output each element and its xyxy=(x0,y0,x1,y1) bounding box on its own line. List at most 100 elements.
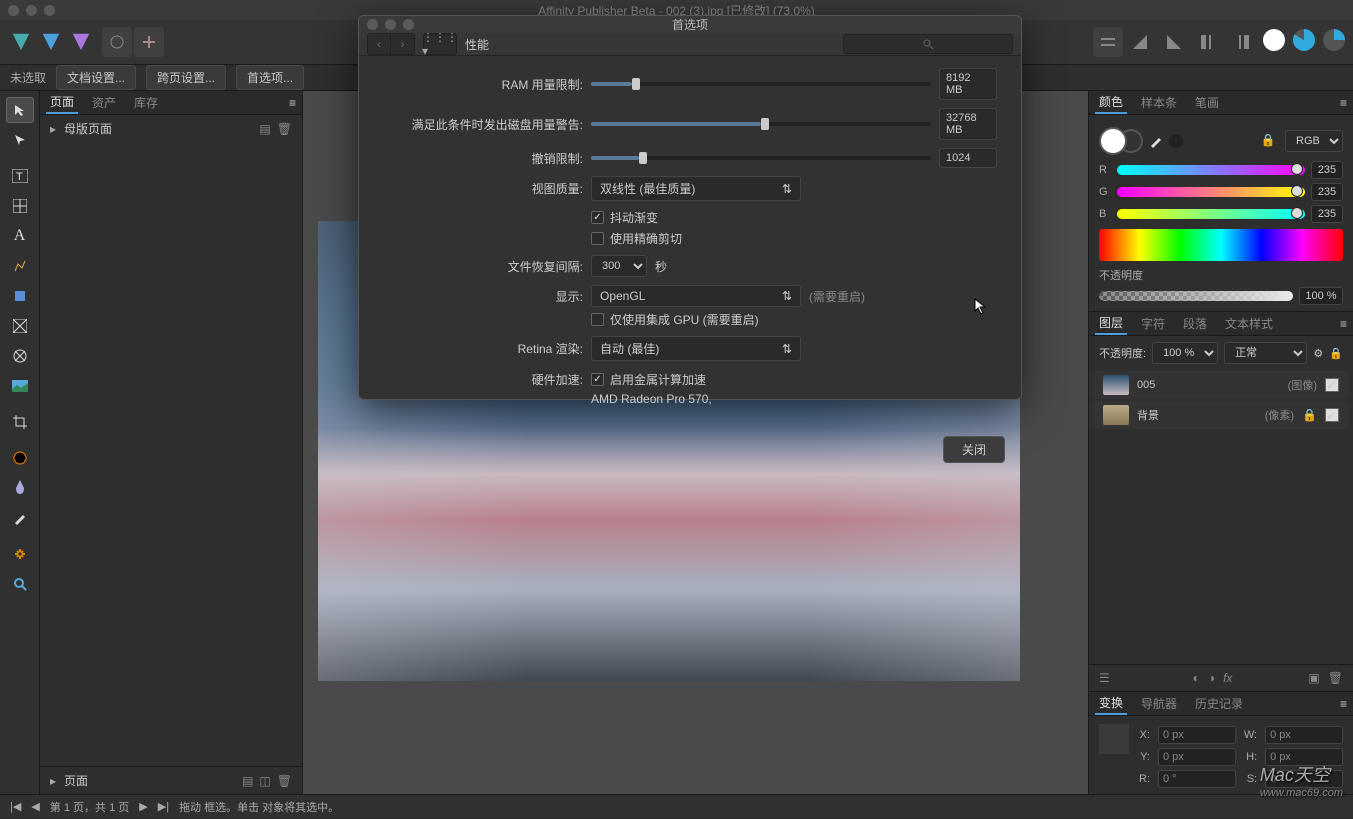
toolbar-assets-icon[interactable] xyxy=(102,27,132,57)
lock-icon[interactable]: 🔒 xyxy=(1261,133,1276,147)
red-slider[interactable] xyxy=(1117,165,1305,175)
adjustment-icon[interactable]: ◑ xyxy=(1208,671,1215,685)
pages-section-row[interactable]: ▸ 页面 ▤ ◫ 🗑 xyxy=(40,767,302,794)
pages-list-icon[interactable]: ▤ xyxy=(259,122,270,136)
visibility-checkbox[interactable]: ✓ xyxy=(1325,408,1339,422)
tab-color[interactable]: 颜色 xyxy=(1095,91,1127,114)
ram-limit-slider[interactable] xyxy=(591,82,931,86)
undo-limit-value[interactable]: 1024 xyxy=(939,148,997,168)
forward-button[interactable]: › xyxy=(391,33,415,55)
add-layer-icon[interactable]: ▣ xyxy=(1308,671,1319,685)
disk-warn-slider[interactable] xyxy=(591,122,931,126)
master-page-row[interactable]: ▸ 母版页面 ▤ 🗑 xyxy=(40,115,302,142)
zoom-tool-icon[interactable] xyxy=(6,571,34,597)
tab-pages[interactable]: 页面 xyxy=(46,91,78,114)
text-frame-tool-icon[interactable]: T xyxy=(6,163,34,189)
display-select[interactable]: OpenGL⇅ xyxy=(591,285,801,307)
tab-stocks[interactable]: 库存 xyxy=(130,92,162,113)
back-button[interactable]: ‹ xyxy=(367,33,391,55)
first-page-icon[interactable]: |◀ xyxy=(10,800,21,813)
mask-icon[interactable]: ◐ xyxy=(1193,671,1200,685)
panel-menu-icon[interactable]: ≡ xyxy=(1340,697,1347,711)
tab-txtstyles[interactable]: 文本样式 xyxy=(1221,313,1277,334)
transparency-tool-icon[interactable] xyxy=(6,475,34,501)
color-mode-select[interactable]: RGB xyxy=(1285,130,1343,152)
close-button[interactable]: 关闭 xyxy=(943,436,1005,463)
align-left-icon[interactable] xyxy=(1127,29,1153,55)
toolbar-arrange-icon[interactable] xyxy=(1093,27,1123,57)
lock-icon[interactable]: 🔒 xyxy=(1329,347,1343,360)
panel-menu-icon[interactable]: ≡ xyxy=(289,96,296,110)
view-tool-icon[interactable] xyxy=(6,541,34,567)
picture-frame-tool-icon[interactable] xyxy=(6,313,34,339)
opacity-value[interactable] xyxy=(1299,287,1343,305)
designer-persona-icon[interactable] xyxy=(38,29,64,55)
distribute-h-icon[interactable] xyxy=(1195,29,1221,55)
tab-transform[interactable]: 变换 xyxy=(1095,692,1127,715)
visibility-checkbox[interactable]: ✓ xyxy=(1325,378,1339,392)
delete-icon[interactable]: 🗑 xyxy=(277,774,292,788)
show-all-button[interactable]: ⋮⋮⋮ ▾ xyxy=(423,33,457,55)
place-image-tool-icon[interactable] xyxy=(6,373,34,399)
delete-icon[interactable]: 🗑 xyxy=(277,122,292,136)
color-picker-icon[interactable] xyxy=(1149,134,1163,148)
preview-icon[interactable] xyxy=(1293,29,1315,51)
crop-tool-icon[interactable] xyxy=(6,409,34,435)
rectangle-tool-icon[interactable] xyxy=(6,283,34,309)
tab-stroke[interactable]: 笔画 xyxy=(1191,92,1223,113)
preferences-button[interactable]: 首选项... xyxy=(236,65,304,90)
w-value[interactable]: 0 px xyxy=(1265,726,1343,744)
tab-swatches[interactable]: 样本条 xyxy=(1137,92,1181,113)
shape-tool-icon[interactable] xyxy=(6,343,34,369)
snapping-icon[interactable] xyxy=(1263,29,1285,51)
blue-value[interactable] xyxy=(1311,205,1343,223)
ram-limit-value[interactable]: 8192 MB xyxy=(939,68,997,100)
spread-setup-button[interactable]: 跨页设置... xyxy=(146,65,226,90)
panel-menu-icon[interactable]: ≡ xyxy=(1340,317,1347,331)
dialog-zoom-button[interactable] xyxy=(403,19,414,30)
y-value[interactable]: 0 px xyxy=(1158,748,1236,766)
next-page-icon[interactable]: ▶ xyxy=(139,800,147,813)
green-value[interactable] xyxy=(1311,183,1343,201)
disk-warn-value[interactable]: 32768 MB xyxy=(939,108,997,140)
tab-assets[interactable]: 资产 xyxy=(88,92,120,113)
delete-layer-icon[interactable]: 🗑 xyxy=(1328,671,1343,685)
opacity-slider[interactable] xyxy=(1099,291,1293,301)
distribute-v-icon[interactable] xyxy=(1229,29,1255,55)
add-page-icon[interactable]: ◫ xyxy=(259,774,270,788)
blue-slider[interactable] xyxy=(1117,209,1305,219)
gear-icon[interactable]: ⚙ xyxy=(1313,347,1323,360)
tab-navigator[interactable]: 导航器 xyxy=(1137,693,1181,714)
view-quality-select[interactable]: 双线性 (最佳质量)⇅ xyxy=(591,176,801,201)
recovery-interval-select[interactable]: 300 xyxy=(591,255,647,277)
last-page-icon[interactable]: ▶| xyxy=(158,800,169,813)
tab-layers[interactable]: 图层 xyxy=(1095,312,1127,335)
fx-icon[interactable]: fx xyxy=(1223,671,1232,685)
metal-compute-checkbox[interactable]: ✓启用金属计算加速 xyxy=(591,371,706,388)
tab-chars[interactable]: 字符 xyxy=(1137,313,1169,334)
x-value[interactable]: 0 px xyxy=(1158,726,1236,744)
dither-gradients-checkbox[interactable]: ✓抖动渐变 xyxy=(591,209,658,226)
tab-para[interactable]: 段落 xyxy=(1179,313,1211,334)
blend-mode-select[interactable]: 正常 xyxy=(1224,342,1307,364)
toolbar-preflight-icon[interactable] xyxy=(134,27,164,57)
color-picker-tool-icon[interactable] xyxy=(6,505,34,531)
layer-item[interactable]: 005 (图像) ✓ xyxy=(1093,371,1349,399)
spectrum-picker[interactable] xyxy=(1099,229,1343,261)
layers-stack-icon[interactable]: ☰ xyxy=(1099,671,1110,685)
retina-select[interactable]: 自动 (最佳)⇅ xyxy=(591,336,801,361)
table-tool-icon[interactable] xyxy=(6,193,34,219)
close-window-button[interactable] xyxy=(8,5,19,16)
integrated-gpu-checkbox[interactable]: 仅使用集成 GPU (需要重启) xyxy=(591,311,759,328)
align-right-icon[interactable] xyxy=(1161,29,1187,55)
baseline-icon[interactable] xyxy=(1323,29,1345,51)
undo-limit-slider[interactable] xyxy=(591,156,931,160)
lock-icon[interactable]: 🔒 xyxy=(1302,408,1317,422)
move-tool-icon[interactable] xyxy=(6,97,34,123)
pages-list-icon[interactable]: ▤ xyxy=(242,774,253,788)
dialog-minimize-button[interactable] xyxy=(385,19,396,30)
r-value[interactable]: 0 ° xyxy=(1158,770,1236,788)
anchor-selector[interactable] xyxy=(1099,724,1129,754)
photo-persona-icon[interactable] xyxy=(8,29,34,55)
minimize-window-button[interactable] xyxy=(26,5,37,16)
